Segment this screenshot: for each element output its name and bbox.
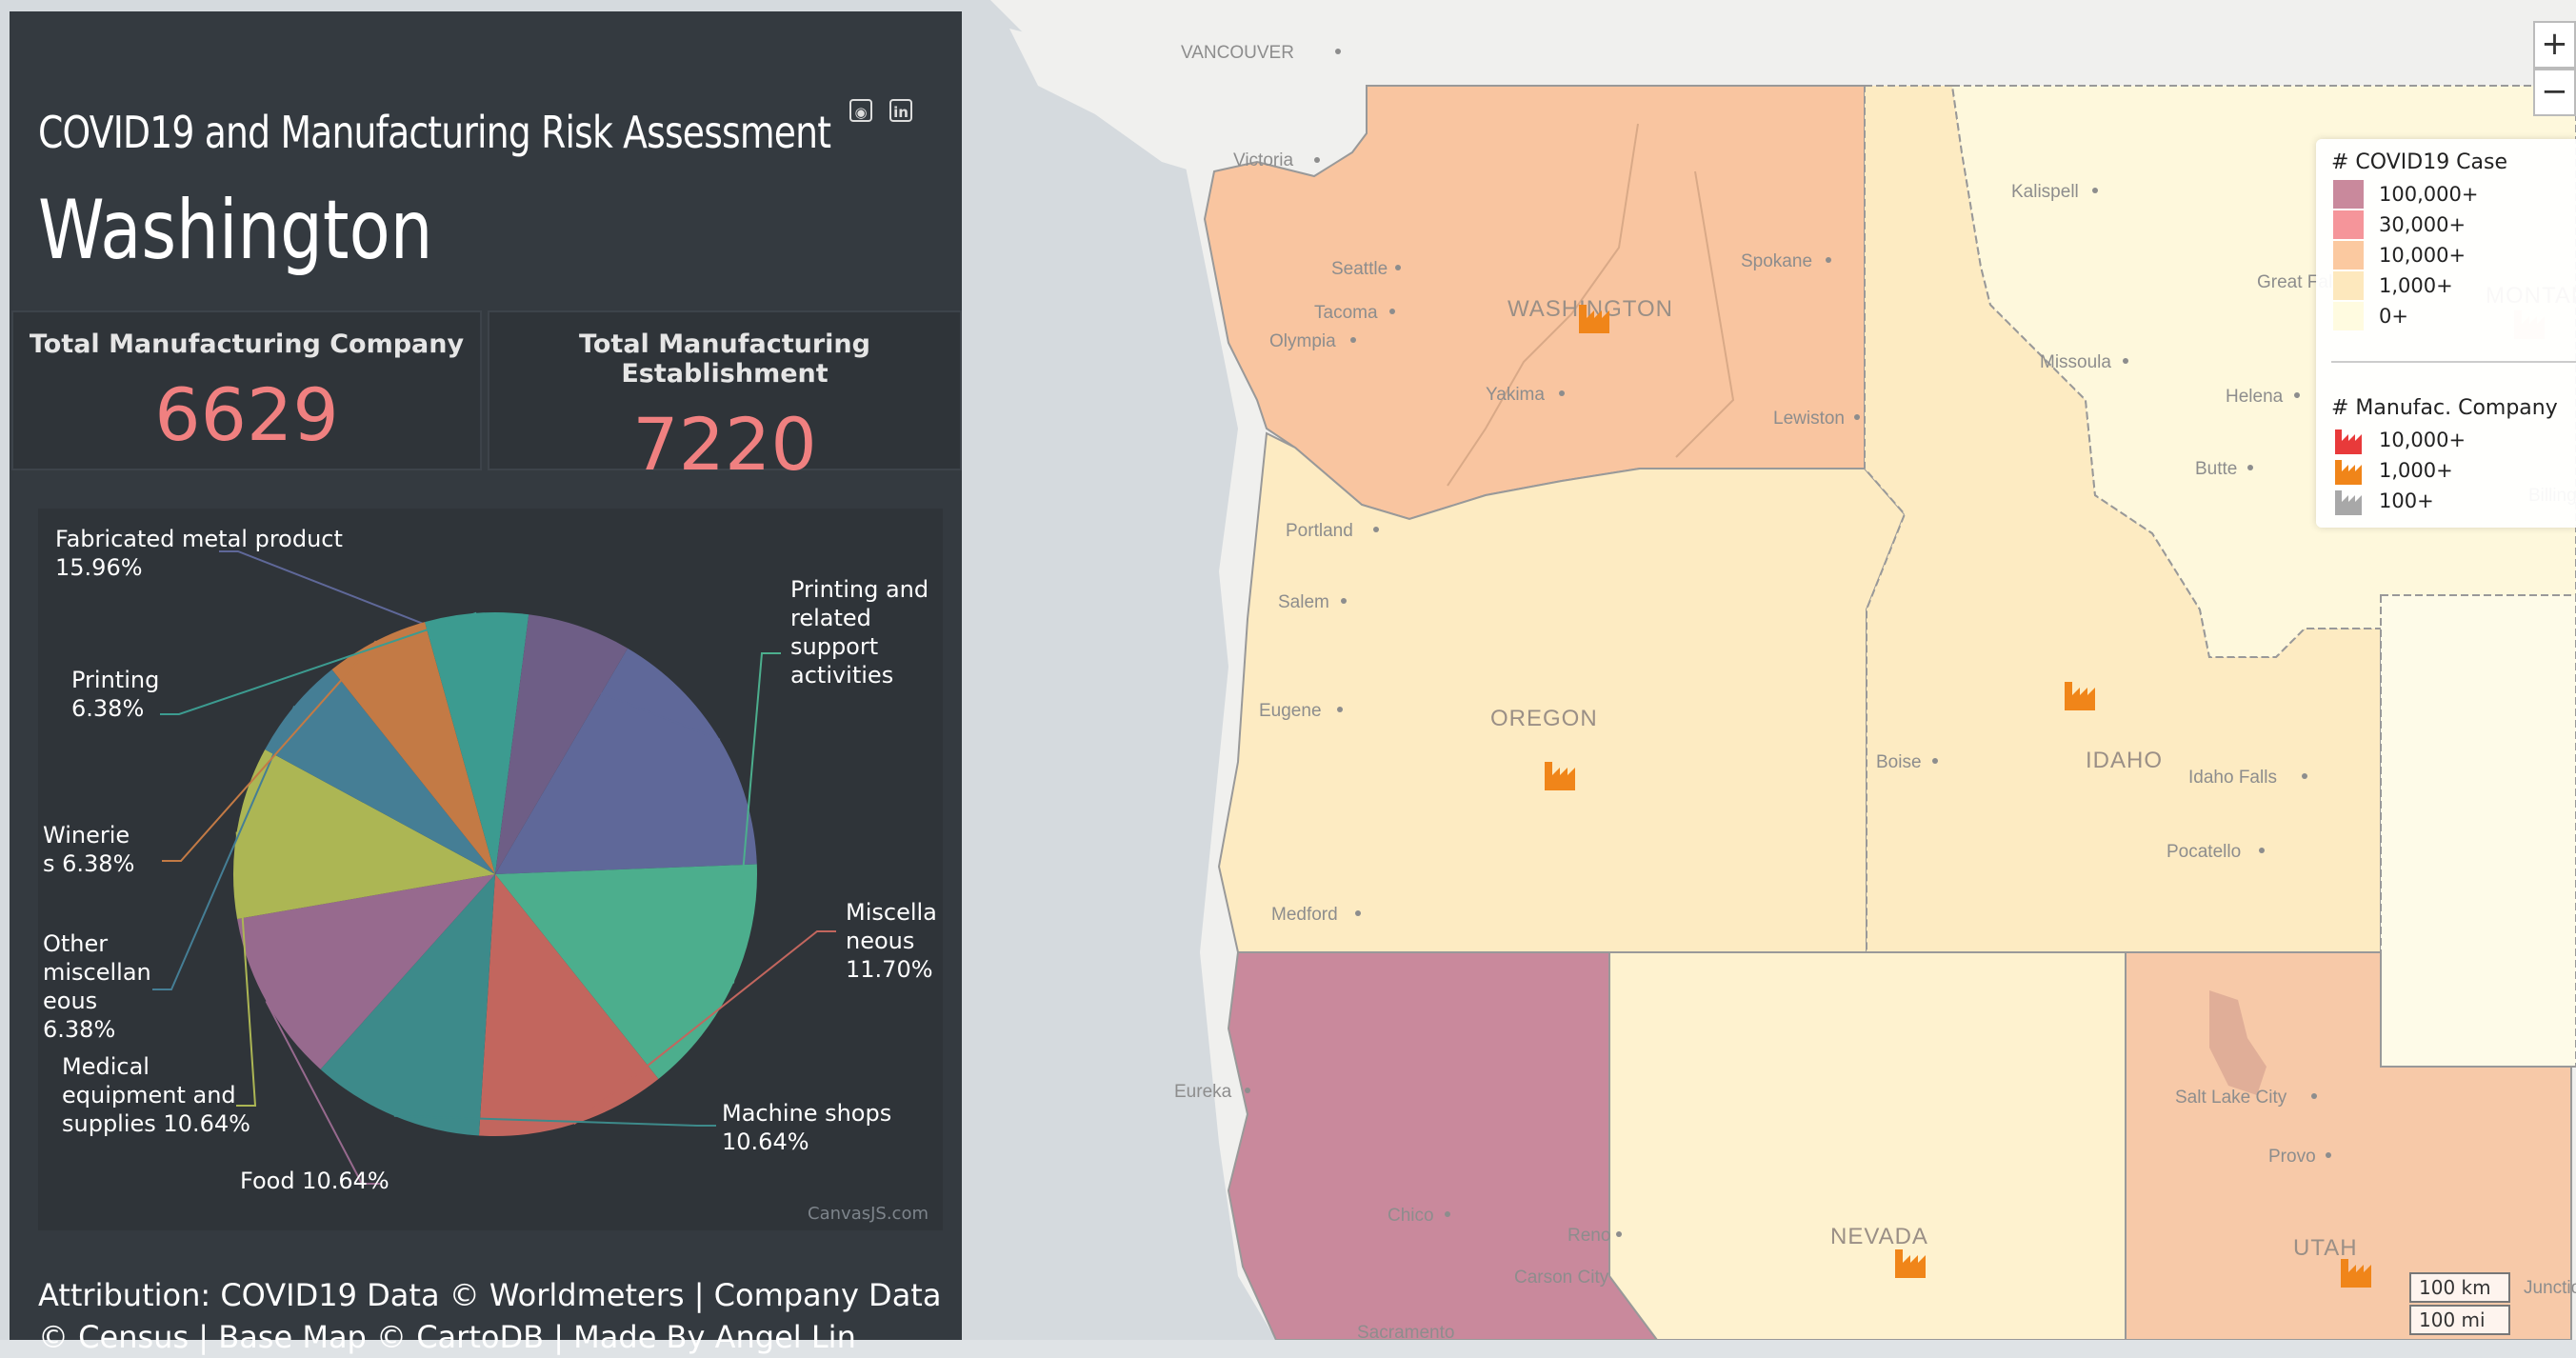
legend-label: 1,000+: [2379, 274, 2453, 297]
pie-label: Miscella neous 11.70%: [846, 899, 937, 983]
zoom-out-button[interactable]: −: [2533, 69, 2576, 116]
pie-label: Medical equipment and supplies 10.64%: [62, 1053, 250, 1137]
svg-text:Yakima: Yakima: [1486, 385, 1545, 405]
legend-swatch: [2333, 180, 2364, 209]
github-icon[interactable]: ◉: [849, 99, 872, 122]
legend-covid-title: # COVID19 Case: [2331, 150, 2508, 174]
scale-km: 100 km: [2409, 1272, 2510, 1303]
pie-label: Other miscellan eous 6.38%: [43, 930, 151, 1043]
svg-text:Eugene: Eugene: [1259, 701, 1322, 721]
state-oregon[interactable]: [1217, 431, 1907, 953]
svg-text:Salem: Salem: [1278, 592, 1329, 612]
svg-text:Kalispell: Kalispell: [2011, 182, 2079, 202]
legend-swatch: [2333, 271, 2364, 300]
legend-swatch: [2333, 302, 2364, 330]
scale-mi: 100 mi: [2409, 1305, 2510, 1335]
pie-label: Machine shops 10.64%: [722, 1100, 891, 1155]
factory-icon: [2335, 490, 2362, 515]
legend-swatch: [2333, 241, 2364, 270]
svg-text:Portland: Portland: [1286, 521, 1353, 541]
zoom-in-button[interactable]: +: [2533, 21, 2576, 69]
svg-text:Boise: Boise: [1876, 752, 1922, 772]
svg-text:Carson City: Carson City: [1514, 1268, 1609, 1288]
svg-text:Reno: Reno: [1568, 1226, 1610, 1246]
chart-credit[interactable]: CanvasJS.com: [808, 1204, 929, 1224]
company-stat-label: Total Manufacturing Company: [29, 330, 465, 359]
factory-icon: [2335, 429, 2362, 454]
factory-icon: [2335, 460, 2362, 485]
legend-swatch: [2333, 210, 2364, 239]
legend-divider: [2331, 361, 2576, 363]
legend-label: 30,000+: [2379, 213, 2466, 236]
svg-text:Junction: Junction: [2524, 1278, 2576, 1298]
svg-text:Chico: Chico: [1388, 1206, 1434, 1226]
pie-label: Printing 6.38%: [71, 667, 159, 722]
map-legend: # COVID19 Case 100,000+ 30,000+ 10,000+ 1,00…: [2316, 139, 2576, 528]
state-label-utah: UTAH: [2293, 1235, 2358, 1261]
legend-company-title: # Manufac. Company: [2331, 396, 2558, 420]
linkedin-icon[interactable]: in: [889, 99, 912, 122]
svg-text:Butte: Butte: [2195, 459, 2237, 479]
svg-text:Olympia: Olympia: [1269, 331, 1336, 351]
svg-text:Salt Lake City: Salt Lake City: [2175, 1088, 2287, 1108]
svg-text:Eureka: Eureka: [1174, 1082, 1232, 1102]
svg-text:Helena: Helena: [2226, 387, 2284, 407]
svg-text:VANCOUVER: VANCOUVER: [1181, 43, 1294, 63]
pie-label: Winerie s 6.38%: [43, 822, 134, 877]
state-nevada[interactable]: [1608, 951, 2127, 1340]
legend-label: 1,000+: [2379, 459, 2453, 482]
legend-label: 10,000+: [2379, 244, 2466, 267]
state-label-oregon: OREGON: [1490, 706, 1598, 731]
legend-label: 0+: [2379, 305, 2408, 328]
industry-pie-chart[interactable]: Fabricated metal product 15.96% Printing a…: [38, 509, 943, 1230]
establishment-stat-value: 7220: [632, 402, 817, 487]
establishment-stat-card: Total Manufacturing Establishment 7220: [488, 310, 962, 487]
attribution-text: Attribution: COVID19 Data © Worldmeters …: [38, 1277, 942, 1355]
info-panel: COVID19 and Manufacturing Risk Assessmen…: [10, 11, 962, 1355]
state-name: Washington: [38, 183, 433, 278]
svg-text:Missoula: Missoula: [2040, 352, 2111, 372]
svg-text:Pocatello: Pocatello: [2167, 842, 2241, 862]
app-title: COVID19 and Manufacturing Risk Assessmen…: [38, 107, 831, 158]
establishment-stat-label: Total Manufacturing Establishment: [579, 330, 870, 389]
state-label-nevada: NEVADA: [1830, 1224, 1928, 1249]
company-stat-card: Total Manufacturing Company 6629: [11, 310, 482, 470]
svg-text:Lewiston: Lewiston: [1773, 409, 1845, 429]
legend-label: 100+: [2379, 489, 2434, 512]
legend-label: 100,000+: [2379, 183, 2479, 206]
legend-label: 10,000+: [2379, 429, 2466, 451]
pie-label: Fabricated metal product 15.96%: [55, 526, 343, 581]
state-label-idaho: IDAHO: [2086, 748, 2163, 773]
pie-label: Printing and related support activities: [790, 576, 929, 689]
company-stat-value: 6629: [154, 372, 339, 457]
svg-text:Medford: Medford: [1271, 905, 1338, 925]
svg-text:Provo: Provo: [2268, 1147, 2316, 1167]
pie-label: Food 10.64%: [240, 1168, 389, 1194]
svg-text:Tacoma: Tacoma: [1314, 303, 1378, 323]
svg-text:Victoria: Victoria: [1233, 150, 1293, 170]
svg-text:Spokane: Spokane: [1741, 251, 1812, 271]
svg-text:Seattle: Seattle: [1331, 259, 1388, 279]
svg-text:Idaho Falls: Idaho Falls: [2188, 768, 2277, 788]
svg-text:Sacramento: Sacramento: [1357, 1323, 1454, 1340]
